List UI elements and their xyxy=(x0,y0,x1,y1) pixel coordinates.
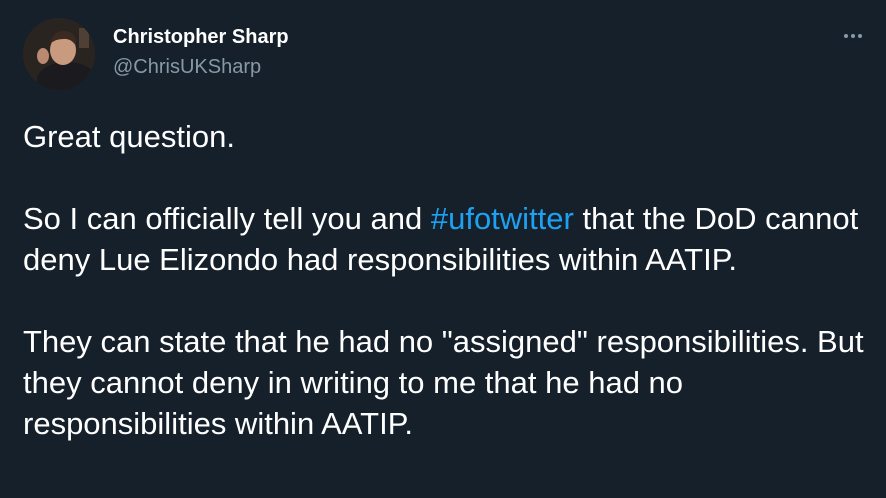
more-options-button[interactable] xyxy=(836,22,870,50)
user-handle[interactable]: @ChrisUKSharp xyxy=(113,56,261,79)
tweet-paragraph-2: So I can officially tell you and #ufotwi… xyxy=(23,198,868,280)
tweet-line-1: Great question. xyxy=(23,119,235,154)
more-horizontal-icon-dot xyxy=(851,34,855,38)
tweet-text-segment: So I can officially tell you and xyxy=(23,201,431,236)
more-horizontal-icon xyxy=(844,34,848,38)
tweet-card: Christopher Sharp @ChrisUKSharp Great qu… xyxy=(0,0,886,498)
tweet-paragraph-3: They can state that he had no "assigned"… xyxy=(23,324,864,441)
display-name[interactable]: Christopher Sharp xyxy=(113,26,289,49)
more-horizontal-icon-dot xyxy=(858,34,862,38)
hashtag-link[interactable]: #ufotwitter xyxy=(431,201,574,236)
avatar[interactable] xyxy=(23,18,95,90)
tweet-text: Great question. So I can officially tell… xyxy=(23,116,868,444)
avatar-photo xyxy=(23,18,95,90)
